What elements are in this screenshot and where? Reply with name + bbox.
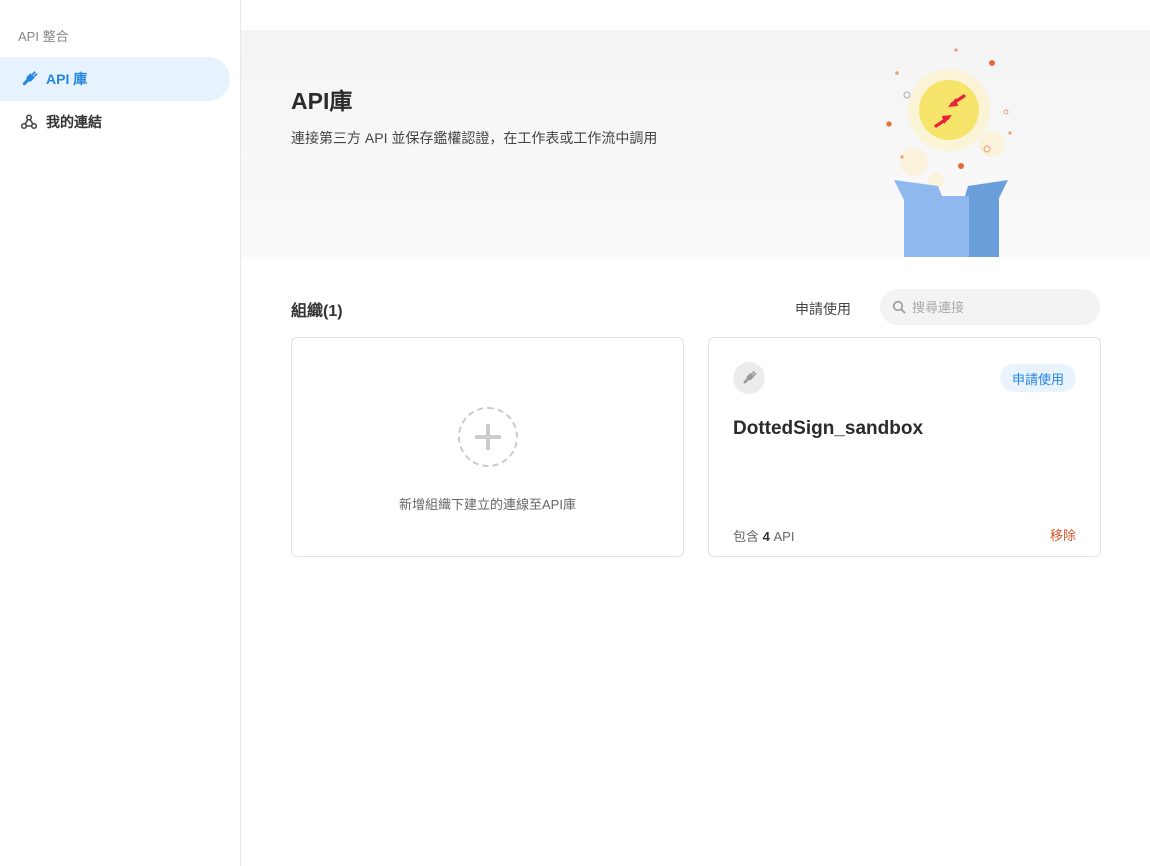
apply-use-badge[interactable]: 申請使用: [999, 364, 1076, 392]
webhook-icon: [20, 113, 38, 131]
plug-icon: [20, 70, 38, 88]
remove-button[interactable]: 移除: [1050, 525, 1076, 544]
sidebar-item-label: 我的連結: [46, 114, 102, 130]
sidebar-heading: API 整合: [18, 29, 69, 44]
org-name: DottedSign_sandbox: [733, 418, 924, 439]
sidebar: API 整合 API 庫 我的連結: [0, 0, 241, 866]
section-title: 組織(1): [291, 303, 343, 320]
hero-banner: API庫 連接第三方 API 並保存鑑權認證，在工作表或工作流中調用: [241, 30, 1150, 257]
api-count-prefix: 包含: [733, 529, 760, 544]
plug-icon: [733, 362, 765, 394]
add-card-text: 新增組織下建立的連線至API庫: [399, 497, 576, 512]
app-window: API 整合 API 庫 我的連結 API庫 連接第三方 API 並保存鑑權認證…: [0, 0, 1150, 866]
page-subtitle: 連接第三方 API 並保存鑑權認證，在工作表或工作流中調用: [291, 130, 658, 146]
api-count-suffix: API: [773, 529, 795, 544]
org-connection-card[interactable]: 申請使用 DottedSign_sandbox 包含 4 API 移除: [708, 337, 1101, 557]
apply-use-link[interactable]: 申請使用: [795, 299, 851, 319]
api-count: 包含 4 API: [733, 526, 794, 545]
search-input[interactable]: [912, 299, 1082, 315]
add-connection-card[interactable]: 新增組織下建立的連線至API庫: [291, 337, 684, 557]
search-icon: [892, 300, 906, 314]
sidebar-item-label: API 庫: [46, 71, 88, 87]
api-box-illustration: [886, 48, 1012, 257]
plus-icon: [458, 407, 518, 467]
sidebar-item-my-connections[interactable]: 我的連結: [0, 100, 230, 144]
search-box[interactable]: [880, 289, 1100, 325]
sidebar-item-api-library[interactable]: API 庫: [0, 57, 230, 101]
page-title: API庫: [291, 88, 353, 114]
api-count-value: 4: [762, 529, 770, 544]
